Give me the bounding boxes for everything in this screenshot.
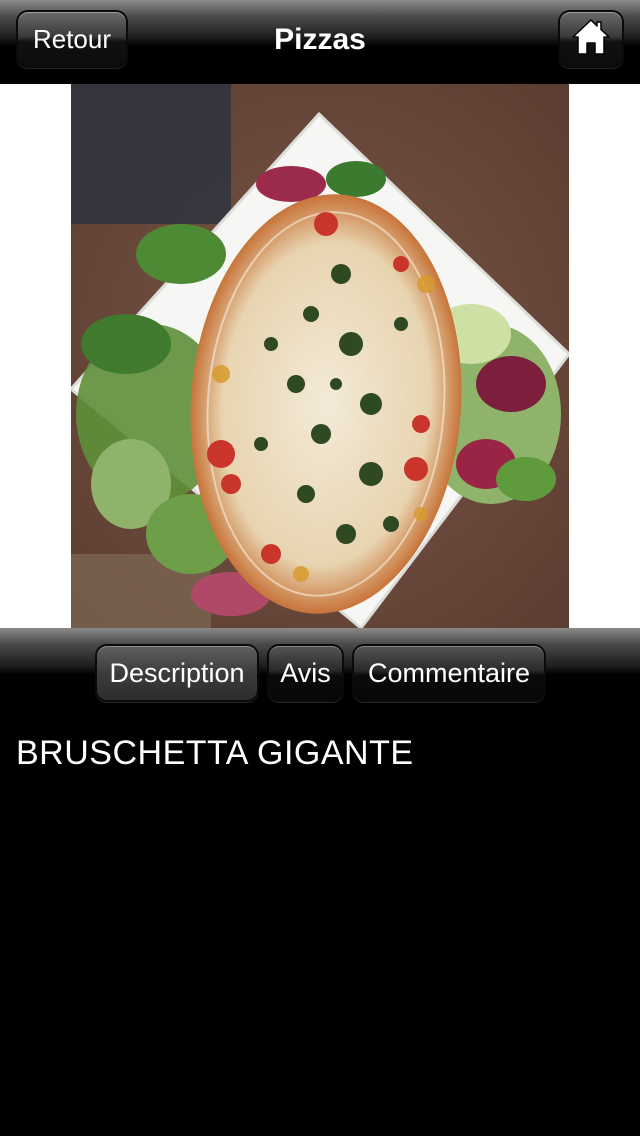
tab-avis-label: Avis <box>280 657 331 688</box>
description-panel: BRUSCHETTA GIGANTE <box>0 708 640 1136</box>
tab-commentaire[interactable]: Commentaire <box>352 644 546 702</box>
home-button[interactable] <box>558 10 624 68</box>
photo-container <box>0 84 640 628</box>
segmented-tab-bar: Description Avis Commentaire <box>0 628 640 708</box>
item-name: BRUSCHETTA GIGANTE <box>16 734 414 772</box>
top-navigation-bar: Retour Pizzas <box>0 0 640 84</box>
tab-description[interactable]: Description <box>95 644 259 702</box>
tab-description-label: Description <box>109 657 245 688</box>
back-button-label: Retour <box>32 23 112 54</box>
back-button[interactable]: Retour <box>16 10 128 68</box>
home-icon <box>571 17 611 62</box>
bruschetta-photo <box>71 84 569 628</box>
app-screen: Retour Pizzas Description Avis Commentai… <box>0 0 640 1136</box>
tab-commentaire-label: Commentaire <box>367 657 531 688</box>
page-title: Pizzas <box>274 23 366 56</box>
tab-avis[interactable]: Avis <box>267 644 344 702</box>
